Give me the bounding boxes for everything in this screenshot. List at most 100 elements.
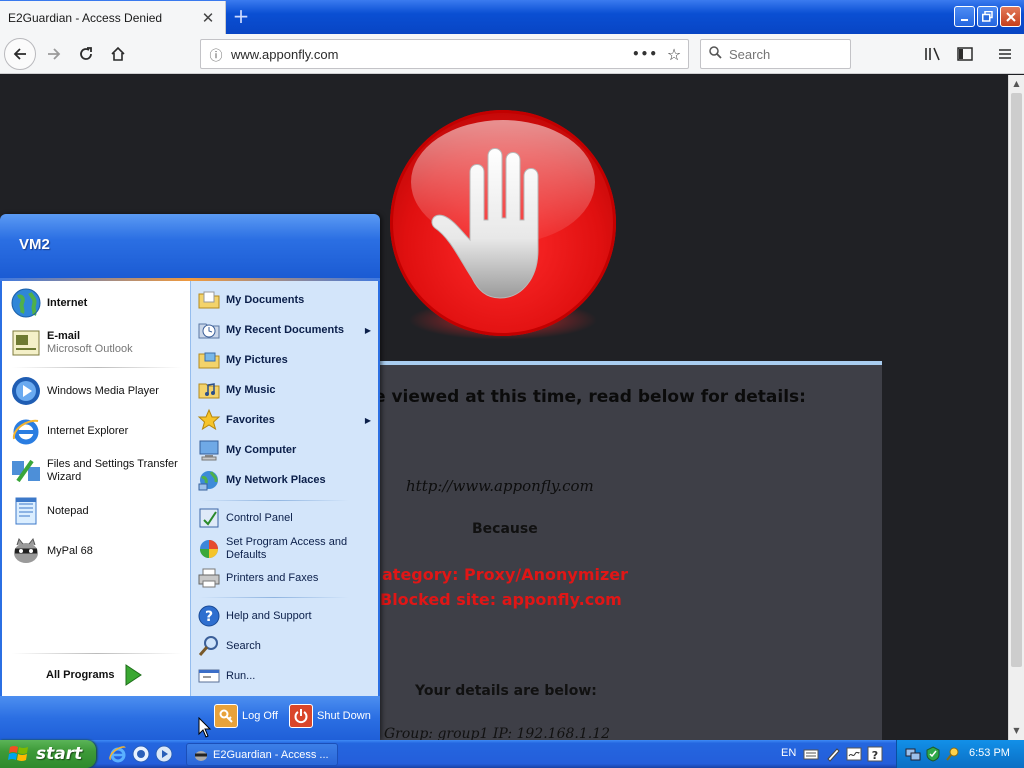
minimize-button[interactable] bbox=[954, 6, 975, 27]
site-info-icon[interactable]: ⓘ bbox=[201, 45, 231, 64]
log-off-label: Log Off bbox=[242, 710, 278, 722]
ie-icon bbox=[12, 419, 39, 445]
browser-navigation-bar: ⓘ www.apponfly.com ••• ☆ bbox=[0, 34, 1024, 74]
place-run[interactable]: Run... bbox=[197, 663, 375, 689]
because-label: Because bbox=[472, 521, 538, 537]
help-divider bbox=[199, 597, 349, 598]
place-help-support[interactable]: ? Help and Support bbox=[197, 603, 375, 629]
place-label: My Computer bbox=[226, 443, 297, 456]
stop-hand-graphic bbox=[411, 120, 595, 299]
program-label: Windows Media Player bbox=[47, 384, 159, 397]
place-label: Help and Support bbox=[226, 609, 312, 622]
submenu-arrow-icon: ▶ bbox=[364, 325, 371, 335]
restore-button[interactable] bbox=[977, 6, 998, 27]
run-icon bbox=[198, 669, 220, 683]
place-label: Run... bbox=[226, 669, 256, 682]
forward-button[interactable] bbox=[38, 38, 70, 70]
place-my-documents[interactable]: My Documents bbox=[197, 287, 375, 313]
search-tray-icon[interactable] bbox=[945, 746, 961, 762]
place-my-pictures[interactable]: My Pictures bbox=[197, 347, 375, 373]
submenu-arrow-icon: ▶ bbox=[364, 415, 371, 425]
notepad-icon bbox=[15, 497, 37, 525]
block-category: ategory: Proxy/Anonymizer bbox=[382, 565, 629, 584]
quicklaunch-browser-icon[interactable] bbox=[131, 744, 151, 764]
program-notepad[interactable]: Notepad bbox=[10, 495, 188, 527]
place-my-music[interactable]: My Music bbox=[197, 377, 375, 403]
transfer-wizard-icon bbox=[12, 459, 40, 483]
place-set-program-access[interactable]: Set Program Access and Defaults bbox=[197, 535, 375, 563]
browser-tab[interactable]: E2Guardian - Access Denied ✕ bbox=[0, 1, 226, 34]
reload-button[interactable] bbox=[70, 38, 102, 70]
start-menu-header: VM2 bbox=[0, 214, 380, 278]
network-tray-icon[interactable] bbox=[905, 746, 921, 762]
tab-title: E2Guardian - Access Denied bbox=[8, 10, 163, 25]
shield-tray-icon[interactable] bbox=[925, 746, 941, 762]
new-tab-button[interactable]: + bbox=[230, 5, 252, 27]
place-favorites[interactable]: Favorites ▶ bbox=[197, 407, 375, 433]
taskbar-window-label: E2Guardian - Access ... bbox=[213, 748, 329, 761]
place-control-panel[interactable]: Control Panel bbox=[197, 505, 375, 531]
handwriting-icon[interactable] bbox=[846, 746, 862, 762]
page-actions-icon[interactable]: ••• bbox=[630, 47, 660, 61]
url-text[interactable]: www.apponfly.com bbox=[231, 47, 630, 62]
close-icon bbox=[1005, 11, 1016, 22]
program-label: Internet Explorer bbox=[47, 424, 129, 437]
place-printers-faxes[interactable]: Printers and Faxes bbox=[197, 565, 375, 591]
all-programs-label: All Programs bbox=[46, 669, 115, 681]
language-help-icon[interactable]: ? bbox=[867, 746, 883, 762]
program-windows-media-player[interactable]: Windows Media Player bbox=[10, 375, 188, 407]
place-my-computer[interactable]: My Computer bbox=[197, 437, 375, 463]
folder-pictures-icon bbox=[198, 352, 220, 369]
page-scrollbar[interactable]: ▲ ▼ bbox=[1008, 75, 1024, 740]
program-email[interactable]: E-mail Microsoft Outlook bbox=[10, 327, 188, 359]
program-internet-explorer[interactable]: Internet Explorer bbox=[10, 415, 188, 447]
all-programs-button[interactable]: All Programs bbox=[46, 664, 143, 686]
place-my-network-places[interactable]: My Network Places bbox=[197, 467, 375, 493]
media-player-icon bbox=[12, 377, 40, 405]
place-label: My Network Places bbox=[226, 473, 326, 486]
log-off-button[interactable]: Log Off bbox=[214, 704, 278, 728]
search-input[interactable] bbox=[729, 46, 839, 62]
program-mypal[interactable]: MyPal 68 bbox=[10, 535, 188, 567]
start-label: start bbox=[36, 744, 83, 764]
shut-down-button[interactable]: Shut Down bbox=[289, 704, 371, 728]
sidebar-button[interactable] bbox=[950, 38, 980, 70]
back-button[interactable] bbox=[4, 38, 36, 70]
quicklaunch-ie-icon[interactable] bbox=[108, 744, 128, 764]
program-internet[interactable]: Internet bbox=[10, 287, 188, 319]
help-icon: ? bbox=[198, 605, 220, 627]
place-label: Control Panel bbox=[226, 511, 293, 524]
block-headline: e viewed at this time, read below for de… bbox=[374, 387, 806, 407]
tab-close-icon[interactable]: ✕ bbox=[197, 7, 219, 29]
taskbar-window-button[interactable]: E2Guardian - Access ... bbox=[186, 743, 338, 766]
program-label: E-mail bbox=[47, 330, 81, 342]
mouse-cursor-icon bbox=[198, 717, 212, 738]
minimize-icon bbox=[960, 18, 968, 21]
quicklaunch-media-player-icon[interactable] bbox=[154, 744, 174, 764]
bookmark-star-icon[interactable]: ☆ bbox=[660, 45, 688, 64]
clock[interactable]: 6:53 PM bbox=[969, 747, 1010, 759]
place-search[interactable]: Search bbox=[197, 633, 375, 659]
language-indicator[interactable]: EN bbox=[781, 747, 796, 759]
home-button[interactable] bbox=[102, 38, 134, 70]
search-box[interactable] bbox=[700, 39, 851, 69]
computer-icon bbox=[199, 440, 219, 461]
library-button[interactable] bbox=[918, 38, 948, 70]
place-my-recent-documents[interactable]: My Recent Documents ▶ bbox=[197, 317, 375, 343]
pen-icon[interactable] bbox=[825, 746, 841, 762]
folder-documents-icon bbox=[198, 291, 220, 309]
place-label: My Music bbox=[226, 383, 276, 396]
window-close-button[interactable] bbox=[1000, 6, 1021, 27]
start-button[interactable]: start bbox=[0, 740, 96, 768]
address-bar[interactable]: ⓘ www.apponfly.com ••• ☆ bbox=[200, 39, 689, 69]
all-programs-divider bbox=[12, 653, 182, 654]
globe-icon bbox=[11, 288, 41, 318]
start-menu-places: My Documents My Recent Documents ▶ My Pi… bbox=[190, 281, 380, 696]
menu-button[interactable] bbox=[990, 38, 1020, 70]
mypal-task-icon bbox=[195, 750, 207, 761]
scroll-down-icon[interactable]: ▼ bbox=[1009, 723, 1024, 738]
keyboard-icon[interactable] bbox=[803, 746, 819, 762]
scroll-up-icon[interactable]: ▲ bbox=[1009, 76, 1024, 91]
scroll-thumb[interactable] bbox=[1011, 93, 1022, 667]
program-files-settings-transfer[interactable]: Files and Settings Transfer Wizard bbox=[10, 455, 188, 487]
